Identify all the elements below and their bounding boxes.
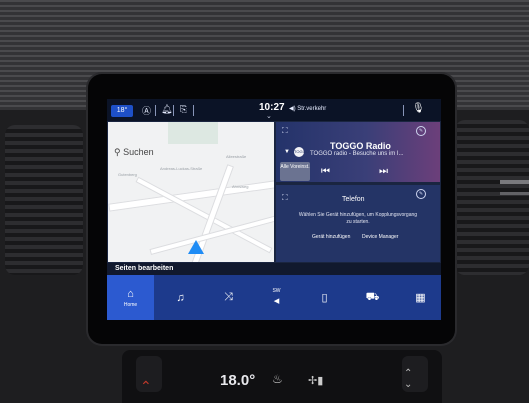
home-icon: ⌂ (127, 287, 134, 300)
vent-trim (500, 180, 529, 184)
map-view[interactable]: ⚲ Suchen Andreas-Luckas-Straße Alleestra… (108, 122, 274, 262)
map-label: Andreas-Luckas-Straße (160, 166, 203, 171)
phone-card[interactable]: ⛶ ✎ Telefon Wählen Sie Gerät hinzufügen,… (276, 185, 440, 262)
temp-down-icon[interactable]: ⌃ (140, 378, 152, 395)
dock-item-home[interactable]: ⌂ Home (107, 275, 154, 320)
exit-icon[interactable]: ⎘ (180, 104, 187, 115)
divider (173, 105, 174, 116)
divider (155, 105, 156, 116)
map-label: Alleestraße (226, 154, 247, 159)
outside-temperature[interactable]: 18° (111, 105, 133, 117)
bell-icon[interactable]: 🔔︎ (161, 104, 172, 115)
search-input[interactable]: Suchen (123, 147, 154, 157)
divider (403, 105, 404, 116)
status-bar: 18° Ⓐ 🔔︎ ⎘ 10:27 ⌄ ◀) Str.verkehr 🎙︎ (107, 99, 441, 121)
speaker-icon: ◀) (289, 106, 296, 112)
station-logo: TOGGO (294, 147, 309, 157)
dock-item-apps[interactable]: ▦ (397, 275, 441, 320)
fan-icon[interactable]: ✢▮ (308, 374, 323, 387)
dock-item-music[interactable]: ♫ (157, 275, 204, 320)
phone-message: Wählen Sie Gerät hinzufügen, um Kopplung… (298, 212, 418, 225)
vent-trim (500, 192, 529, 195)
phone-icon: ▯ (321, 292, 328, 304)
previous-track-icon[interactable]: ⏮ (321, 166, 330, 177)
chevron-down-icon[interactable]: ▼ (284, 149, 290, 155)
edit-icon[interactable]: ✎ (416, 126, 426, 136)
edit-pages-bar[interactable]: Seiten bearbeiten (107, 263, 441, 275)
edit-icon[interactable]: ✎ (416, 189, 426, 199)
map-park (168, 122, 218, 144)
station-subtitle: TOGGO radio - Besuche uns im I... (310, 151, 404, 157)
map-search[interactable]: ⚲ Suchen (114, 147, 172, 161)
chevron-down-icon[interactable]: ⌄ (266, 112, 272, 120)
music-icon: ♫ (176, 291, 185, 304)
dock-item-climate[interactable]: ⤨ (205, 275, 252, 320)
climate-seat-icon: ⤨ (224, 291, 233, 303)
traffic-label: Str.verkehr (297, 106, 327, 112)
divider (193, 105, 194, 116)
add-device-button[interactable]: Gerät hinzufügen (312, 234, 350, 240)
apps-grid-icon: ▦ (415, 292, 426, 304)
vehicle-icon: ⛟ (365, 290, 380, 303)
climate-temperature: 18.0° (220, 372, 256, 389)
device-manager-button[interactable]: Device Manager (362, 234, 398, 240)
air-vent-left (5, 125, 83, 275)
next-track-icon[interactable]: ⏭ (379, 166, 388, 177)
expand-icon[interactable]: ⛶ (282, 193, 288, 203)
search-icon: ⚲ (114, 147, 121, 157)
infotainment-screen: 18° Ⓐ 🔔︎ ⎘ 10:27 ⌄ ◀) Str.verkehr 🎙︎ ⚲ S… (107, 99, 441, 320)
map-label: Ahnsweg (232, 184, 249, 189)
station-name: TOGGO Radio (330, 141, 391, 151)
navigation-icon: ◂ (273, 294, 280, 307)
traffic-info[interactable]: ◀) Str.verkehr (289, 105, 326, 112)
air-vent-right (455, 120, 529, 275)
all-presets-button[interactable]: Alle Voreinst. (280, 162, 310, 181)
map-label: Gutenberg (118, 172, 137, 177)
phone-title: Telefon (342, 196, 365, 203)
profile-icon[interactable]: Ⓐ (142, 104, 151, 117)
seat-heat-icon[interactable]: ♨ (272, 372, 283, 386)
dock-item-phone[interactable]: ▯ (301, 275, 348, 320)
navigation-position-icon (188, 240, 204, 254)
dock-item-vehicle[interactable]: ⛟ (349, 275, 396, 320)
microphone-icon[interactable]: 🎙︎ (412, 103, 425, 114)
dock-item-navigation[interactable]: SW ◂ (253, 275, 300, 320)
edit-pages-label[interactable]: Seiten bearbeiten (115, 265, 173, 272)
expand-icon[interactable]: ⛶ (282, 126, 288, 136)
temp-updown-icon[interactable]: ⌃ ⌄ (404, 368, 412, 390)
media-card[interactable]: ⛶ ✎ ▼ TOGGO TOGGO Radio TOGGO radio - Be… (276, 122, 440, 182)
bottom-dock: ⌂ Home ♫ ⤨ SW ◂ ▯ ⛟ ▦ (107, 275, 441, 320)
dock-label: Home (123, 301, 138, 308)
